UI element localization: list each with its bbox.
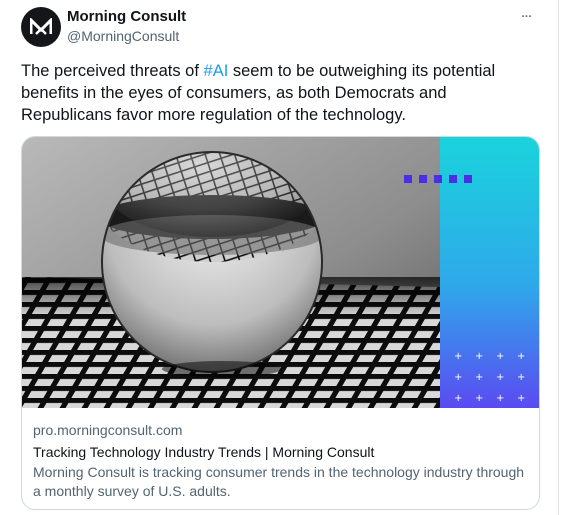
svg-text:+: + — [496, 372, 504, 383]
svg-text:+: + — [496, 351, 504, 362]
card-meta: pro.morningconsult.com Tracking Technolo… — [33, 421, 528, 501]
link-card[interactable]: + + + + + + + + + + + + pro.morningconsult.com Tr… — [21, 136, 540, 510]
card-image[interactable]: + + + + + + + + + + + + — [22, 137, 539, 408]
avatar[interactable] — [21, 7, 61, 47]
svg-text:+: + — [475, 393, 483, 404]
morning-consult-logo-icon — [30, 18, 52, 35]
author-name[interactable]: Morning Consult — [67, 8, 186, 25]
card-description: Morning Consult is tracking consumer tre… — [33, 464, 525, 499]
svg-text:+: + — [454, 372, 462, 383]
card-title[interactable]: Tracking Technology Industry Trends | Mo… — [33, 443, 528, 462]
svg-text:+: + — [496, 393, 504, 404]
tweet-text-part: The perceived threats of — [21, 62, 204, 80]
tweet[interactable]: Morning Consult @MorningConsult ... The … — [0, 0, 572, 515]
hashtag-link[interactable]: #AI — [204, 62, 229, 80]
svg-text:+: + — [454, 351, 462, 362]
svg-text:+: + — [517, 393, 525, 404]
svg-text:+: + — [475, 351, 483, 362]
svg-text:+: + — [454, 393, 462, 404]
crystal-ball-shadow — [162, 361, 282, 377]
author-handle[interactable]: @MorningConsult — [67, 28, 179, 44]
svg-text:+: + — [517, 351, 525, 362]
svg-text:+: + — [475, 372, 483, 383]
timeline-divider — [558, 0, 559, 515]
svg-text:+: + — [517, 372, 525, 383]
more-options-button[interactable]: ... — [514, 5, 538, 25]
tweet-text: The perceived threats of #AI seem to be … — [21, 60, 526, 126]
card-domain: pro.morningconsult.com — [33, 422, 183, 438]
